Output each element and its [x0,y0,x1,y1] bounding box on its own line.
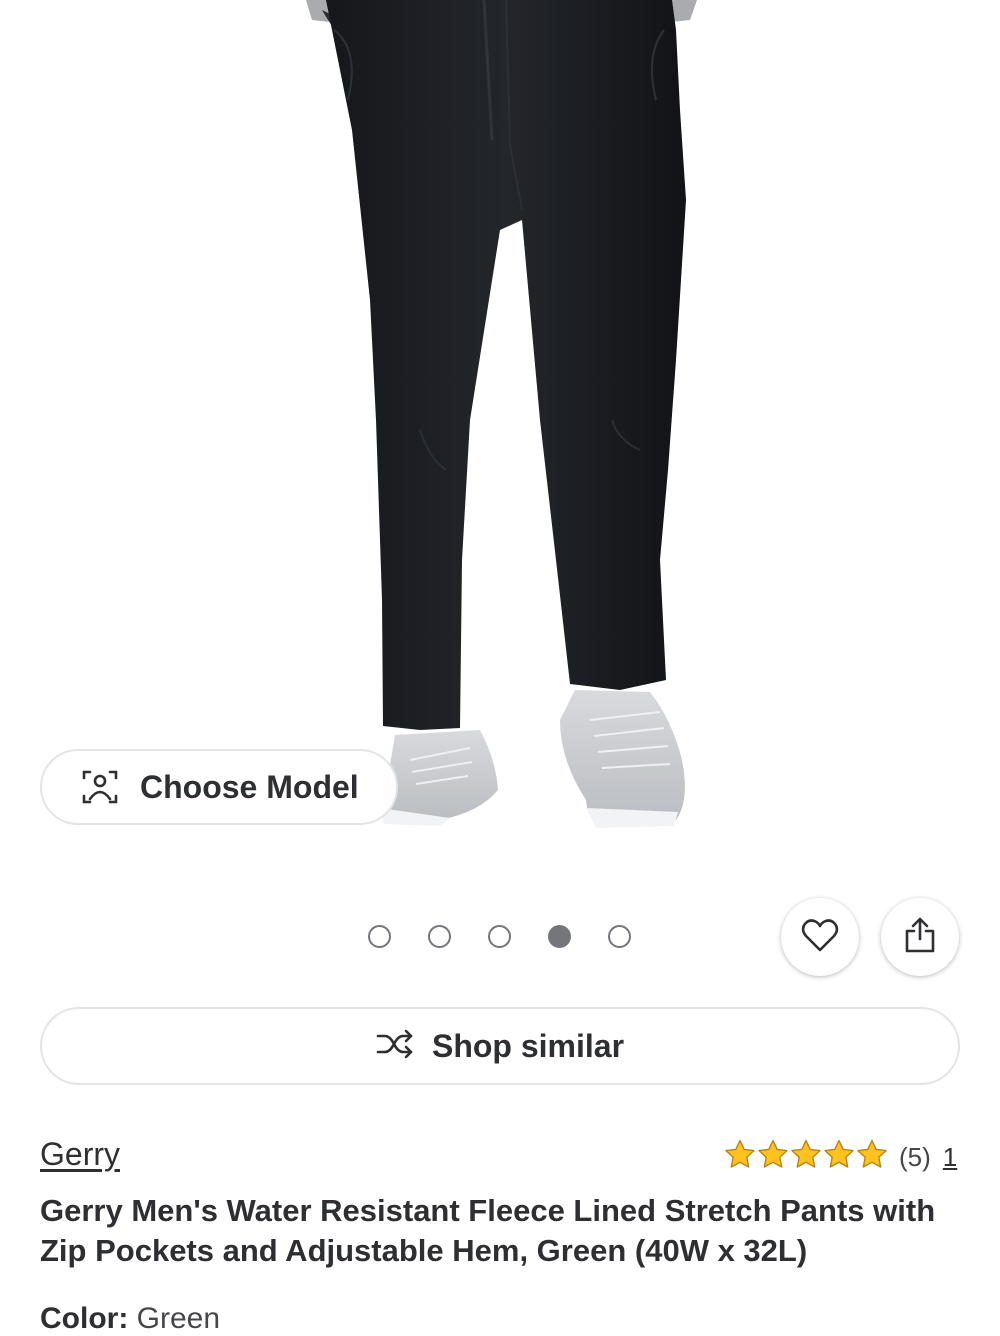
person-scan-icon [80,767,120,807]
star-icon [790,1139,823,1175]
color-selection: Color: Green [40,1302,220,1336]
favorite-button[interactable] [781,898,859,976]
star-icon [757,1139,790,1175]
review-count: (5) [899,1141,931,1172]
star-icon [856,1139,889,1175]
product-image[interactable] [0,0,1000,870]
pants-model-photo [306,0,697,828]
gallery-dot[interactable] [428,925,451,948]
share-icon [902,916,938,959]
shop-similar-label: Shop similar [431,1027,625,1064]
heart-icon [801,917,839,958]
choose-model-button[interactable]: Choose Model [40,749,398,825]
star-icon [823,1139,856,1175]
color-value: Green [136,1302,221,1335]
gallery-dot[interactable] [368,925,391,948]
share-button[interactable] [881,898,959,976]
shop-similar-button[interactable]: Shop similar [40,1007,960,1085]
gallery-dot[interactable] [488,925,511,948]
shuffle-icon [376,1029,414,1064]
review-link[interactable]: 1 [943,1142,957,1173]
gallery-dot[interactable] [608,925,631,948]
star-icon [724,1139,757,1175]
product-title: Gerry Men's Water Resistant Fleece Lined… [40,1193,936,1268]
rating[interactable]: (5) 1 [724,1139,957,1175]
gallery-dot-active[interactable] [548,925,571,948]
color-label: Color: [40,1302,129,1335]
star-rating [724,1139,889,1175]
choose-model-label: Choose Model [140,768,359,805]
brand-link[interactable]: Gerry [40,1136,120,1173]
